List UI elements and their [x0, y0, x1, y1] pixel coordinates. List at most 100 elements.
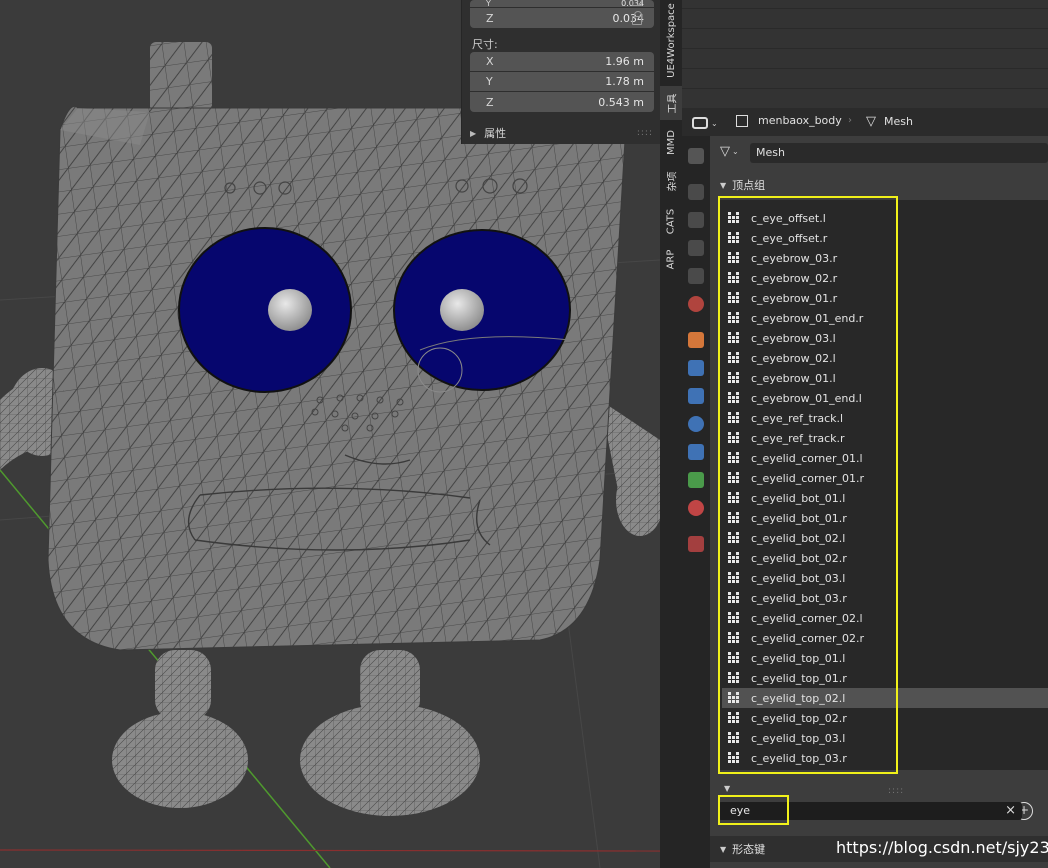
vertex-group-icon — [728, 712, 740, 724]
dimension-y-field[interactable]: Y 1.78 m — [470, 72, 654, 92]
tab-tools[interactable]: 工具 — [660, 86, 682, 120]
vertex-group-icon — [728, 452, 740, 464]
vertex-group-icon — [728, 692, 740, 704]
dimension-x-field[interactable]: X 1.96 m — [470, 52, 654, 72]
vertex-group-label: c_eyelid_top_02.r — [751, 711, 847, 725]
mesh-datablock-selector[interactable]: ▽ ⌄ — [720, 144, 739, 159]
vertex-group-label: c_eyebrow_01.r — [751, 291, 838, 305]
vertex-group-item[interactable]: c_eye_ref_track.r — [722, 428, 896, 448]
properties-editor: ⌄ menbaox_body › ▽ Mesh ▽ ⌄ Mesh ▼ 顶点组 ▼… — [682, 0, 1048, 868]
properties-panel-header[interactable]: ▶ 属性 :::: — [462, 123, 661, 143]
vertex-group-item[interactable]: c_eyelid_top_02.r — [722, 708, 896, 728]
properties-label: 属性 — [484, 127, 507, 140]
location-z-field[interactable]: Z 0.034 — [470, 8, 654, 28]
mesh-name-field[interactable]: Mesh — [750, 143, 1048, 163]
tab-cats-label: CATS — [665, 208, 677, 234]
vertex-group-item[interactable]: c_eyelid_top_02.l — [722, 688, 896, 708]
lock-y-icon[interactable] — [632, 0, 642, 6]
vertex-group-icon — [728, 552, 740, 564]
tool-icon[interactable] — [688, 148, 704, 164]
view-layer-icon[interactable] — [688, 240, 704, 256]
vertex-group-item[interactable]: c_eye_offset.r — [722, 228, 896, 248]
breadcrumb-separator-icon: › — [848, 115, 852, 126]
dimension-z-field[interactable]: Z 0.543 m — [470, 92, 654, 112]
vertex-group-item[interactable]: c_eyelid_corner_01.l — [722, 448, 896, 468]
properties-header: ⌄ menbaox_body › ▽ Mesh — [682, 108, 1048, 136]
object-name: menbaox_body — [758, 114, 842, 127]
vertex-group-item[interactable]: c_eyelid_bot_02.r — [722, 548, 896, 568]
physics-icon[interactable] — [688, 416, 704, 432]
list-sort-triangle-icon[interactable]: ▼ — [724, 784, 730, 793]
vertex-group-label: c_eyelid_top_02.l — [751, 691, 846, 705]
vertex-group-item[interactable]: c_eyebrow_01.l — [722, 368, 896, 388]
drag-grip-icon[interactable]: :::: — [637, 128, 653, 138]
editor-type-button[interactable]: ⌄ — [692, 114, 722, 132]
tab-misc[interactable]: 杂项 — [660, 164, 682, 198]
vertex-group-item[interactable]: c_eyelid_bot_03.r — [722, 588, 896, 608]
vertex-group-label: c_eyelid_top_03.r — [751, 751, 847, 765]
vertex-group-item[interactable]: c_eyelid_corner_02.r — [722, 628, 896, 648]
vertex-group-item[interactable]: c_eyebrow_02.l — [722, 348, 896, 368]
vertex-group-item[interactable]: c_eye_ref_track.l — [722, 408, 896, 428]
vertex-group-item[interactable]: c_eyebrow_03.r — [722, 248, 896, 268]
tab-ue4workspace-label: UE4Workspace — [665, 2, 677, 78]
vertex-group-icon — [728, 272, 740, 284]
vertex-group-item[interactable]: c_eyelid_bot_02.l — [722, 528, 896, 548]
modifier-wrench-icon[interactable] — [688, 360, 704, 376]
tab-cats[interactable]: CATS — [660, 202, 682, 240]
vertex-group-label: c_eyelid_bot_03.r — [751, 591, 847, 605]
vertex-group-label: c_eyebrow_01_end.l — [751, 391, 862, 405]
mesh-data-icon[interactable] — [688, 472, 704, 488]
constraints-icon[interactable] — [688, 444, 704, 460]
vertex-group-filter-input[interactable]: eye × — [718, 802, 1022, 820]
tab-arp-label: ARP — [665, 249, 677, 269]
editor-type-icon — [692, 117, 708, 129]
vertex-group-item[interactable]: c_eyelid_top_01.l — [722, 648, 896, 668]
vertex-group-icon — [728, 292, 740, 304]
vertex-group-item[interactable]: c_eyelid_corner_01.r — [722, 468, 896, 488]
world-icon[interactable] — [688, 296, 704, 312]
texture-icon[interactable] — [688, 536, 704, 552]
sidebar-n-panel: Y 0.034 Z 0.034 尺寸: X 1.96 m Y 1.78 m Z … — [461, 0, 660, 144]
chevron-down-icon: ⌄ — [732, 147, 739, 156]
vertex-group-icon — [728, 332, 740, 344]
dimension-z-label: Z — [486, 95, 494, 109]
vertex-group-icon — [728, 232, 740, 244]
output-icon[interactable] — [688, 212, 704, 228]
vertex-group-item[interactable]: c_eyelid_bot_03.l — [722, 568, 896, 588]
render-icon[interactable] — [688, 184, 704, 200]
tab-mmd[interactable]: MMD — [660, 124, 682, 160]
vertex-group-item[interactable]: c_eyebrow_03.l — [722, 328, 896, 348]
vertex-group-item[interactable]: c_eye_offset.l — [722, 208, 896, 228]
list-resize-grip-icon[interactable]: :::: — [888, 786, 904, 796]
vertex-group-item[interactable]: c_eyebrow_01_end.r — [722, 308, 896, 328]
vertex-group-item[interactable]: c_eyelid_corner_02.l — [722, 608, 896, 628]
vertex-group-icon — [728, 572, 740, 584]
tab-arp[interactable]: ARP — [660, 244, 682, 274]
lock-z-icon[interactable] — [632, 11, 642, 25]
particles-icon[interactable] — [688, 388, 704, 404]
expand-triangle-icon: ▼ — [720, 844, 727, 854]
tab-ue4workspace[interactable]: UE4Workspace — [660, 0, 682, 80]
vertex-group-item[interactable]: c_eyelid_bot_01.r — [722, 508, 896, 528]
vertex-group-label: c_eyebrow_01.l — [751, 371, 836, 385]
material-icon[interactable] — [688, 500, 704, 516]
scene-icon[interactable] — [688, 268, 704, 284]
vertex-group-item-selected-extension[interactable] — [898, 688, 1048, 708]
vertex-group-item[interactable]: c_eyelid_top_01.r — [722, 668, 896, 688]
vertex-groups-panel-header[interactable]: ▼ 顶点组 — [720, 177, 765, 193]
vertex-group-item[interactable]: c_eyelid_top_03.l — [722, 728, 896, 748]
clear-filter-icon[interactable]: × — [1005, 802, 1016, 820]
object-icon[interactable] — [688, 332, 704, 348]
vertex-group-item[interactable]: c_eyebrow_01.r — [722, 288, 896, 308]
vertex-group-label: c_eyelid_bot_01.r — [751, 511, 847, 525]
vertex-group-item[interactable]: c_eyelid_bot_01.l — [722, 488, 896, 508]
location-y-field[interactable]: Y 0.034 — [470, 0, 654, 8]
vertex-group-label: c_eye_offset.r — [751, 231, 828, 245]
filter-text: eye — [730, 804, 751, 817]
right-arm — [600, 400, 660, 536]
vertex-group-item[interactable]: c_eyebrow_01_end.l — [722, 388, 896, 408]
vertex-group-item[interactable]: c_eyebrow_02.r — [722, 268, 896, 288]
vertex-group-item[interactable]: c_eyelid_top_03.r — [722, 748, 896, 768]
body-mesh — [47, 105, 626, 651]
